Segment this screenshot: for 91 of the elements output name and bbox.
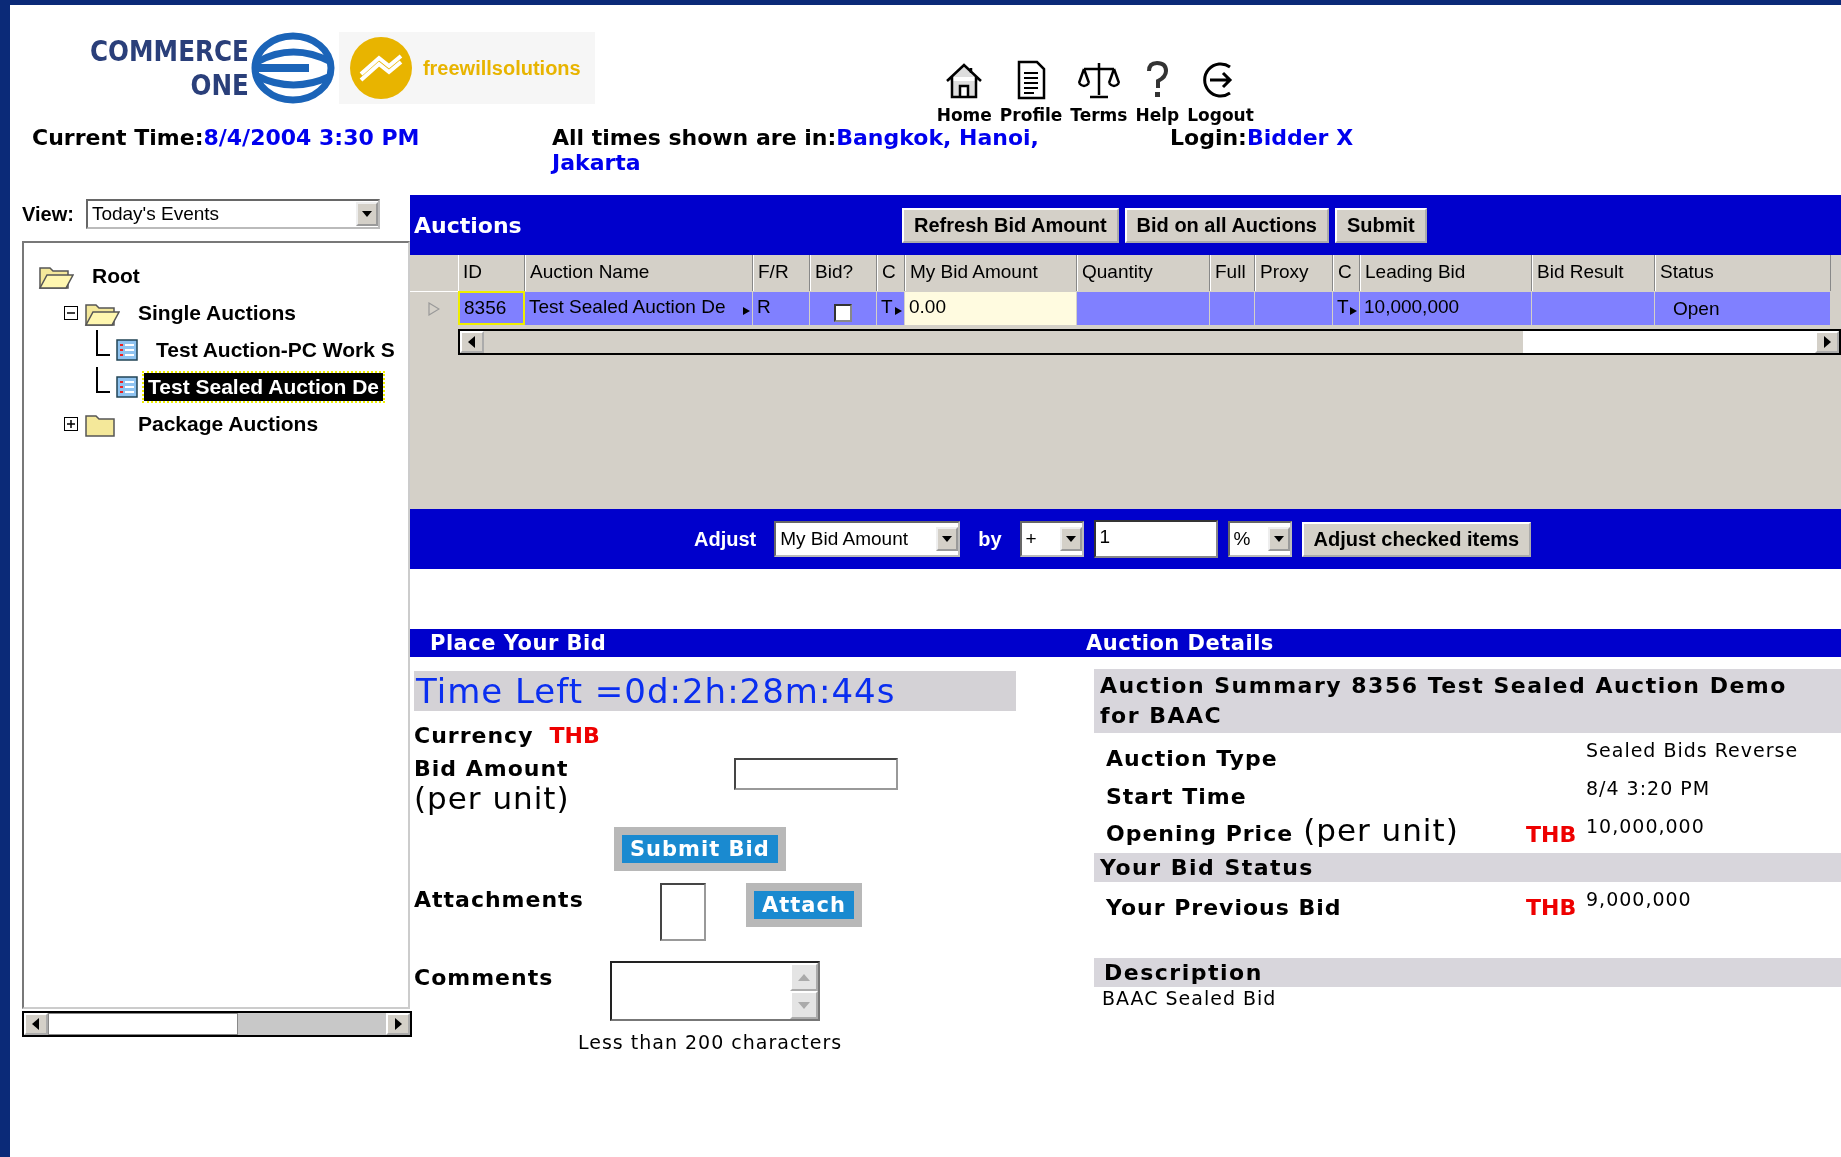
small-arrow-icon[interactable] bbox=[895, 306, 902, 315]
unit-select[interactable]: % bbox=[1227, 521, 1292, 557]
submit-bid-button[interactable]: Submit Bid bbox=[614, 827, 786, 871]
currency-value: THB bbox=[1526, 822, 1577, 847]
horizontal-scrollbar[interactable] bbox=[458, 329, 1841, 355]
amount-input[interactable]: 1 bbox=[1093, 520, 1218, 558]
field-select[interactable]: My Bid Amount bbox=[774, 521, 961, 557]
bid-amount-input[interactable]: 0.00 bbox=[905, 291, 1077, 325]
per-unit-label: (per unit) bbox=[1303, 813, 1459, 847]
table-cell: Open bbox=[1655, 291, 1831, 325]
tree-item[interactable]: Test Sealed Auction De bbox=[144, 372, 384, 401]
auctions-title: Auctions bbox=[413, 212, 523, 238]
section-title: Place Your Bid bbox=[429, 631, 608, 655]
adjust-label: Adjust bbox=[694, 527, 757, 551]
caret-icon bbox=[936, 527, 959, 551]
table-cell: 10,000,000 bbox=[1360, 291, 1532, 325]
time-left-text: Time Left =0d:2h:28m:44s bbox=[414, 671, 1016, 711]
description-title: Description bbox=[1094, 958, 1841, 987]
table-cell: T bbox=[1337, 296, 1349, 318]
nav-link[interactable]: Home bbox=[934, 59, 994, 125]
bid-amount-label: Bid Amount bbox=[414, 756, 570, 781]
by-label: by bbox=[978, 527, 1002, 551]
list-document-icon bbox=[116, 375, 138, 398]
table-cell: Test Sealed Auction De bbox=[529, 296, 726, 318]
auction-summary-title: Auction Summary 8356 Test Sealed Auction Demo for BAAC bbox=[1094, 669, 1841, 733]
currency-label: Currency bbox=[414, 723, 534, 748]
attachments-label: Attachments bbox=[414, 887, 585, 912]
detail-value: 8/4 3:20 PM bbox=[1586, 776, 1711, 799]
detail-label: Start Time bbox=[1106, 784, 1247, 809]
table-cell bbox=[1210, 291, 1255, 325]
current-time-value: 8/4/2004 3:30 PM bbox=[203, 125, 420, 150]
caret-icon bbox=[1267, 527, 1290, 551]
logo-text: COMMERCE bbox=[90, 34, 249, 68]
detail-value: 10,000,000 bbox=[1586, 814, 1705, 837]
comments-label: Comments bbox=[414, 965, 555, 992]
nav-link[interactable]: Profile bbox=[997, 59, 1065, 125]
nav-link[interactable]: Logout bbox=[1185, 59, 1256, 125]
small-arrow-icon[interactable] bbox=[1350, 306, 1357, 315]
caret-icon bbox=[1059, 527, 1082, 551]
bid-checkbox[interactable] bbox=[834, 303, 852, 322]
login-label: Login: bbox=[1170, 125, 1247, 150]
nav-link[interactable]: Help bbox=[1133, 59, 1182, 125]
adjust-button[interactable]: Adjust checked items bbox=[1301, 521, 1532, 557]
section-title: Auction Details bbox=[1086, 631, 1274, 655]
table-cell: 8356 bbox=[458, 291, 525, 325]
expander-icon[interactable] bbox=[64, 305, 78, 320]
scrollbar-thumb[interactable] bbox=[48, 1013, 238, 1035]
tree-item[interactable]: Single Auctions bbox=[134, 298, 300, 327]
comments-field[interactable] bbox=[610, 961, 820, 1021]
toolbar-button[interactable]: Refresh Bid Amount bbox=[902, 207, 1119, 243]
bid-status-title: Your Bid Status bbox=[1094, 853, 1841, 882]
tree-item[interactable]: Test Auction-PC Work S bbox=[152, 335, 399, 364]
small-arrow-icon[interactable] bbox=[743, 306, 750, 315]
horizontal-scrollbar[interactable] bbox=[22, 1011, 412, 1037]
comments-hint: Less than 200 characters bbox=[577, 1031, 844, 1053]
per-unit-label: (per unit) bbox=[414, 781, 571, 815]
currency-value: THB bbox=[1526, 895, 1577, 920]
tree-connector bbox=[96, 366, 110, 393]
toolbar-button[interactable]: Submit bbox=[1335, 207, 1427, 243]
caret-icon bbox=[355, 202, 378, 226]
tree-item[interactable]: Package Auctions bbox=[134, 409, 323, 438]
description-text: BAAC Sealed Bid bbox=[1101, 987, 1278, 1009]
login-value: Bidder X bbox=[1246, 125, 1354, 150]
swirl-icon bbox=[348, 36, 413, 100]
list-document-icon bbox=[116, 338, 138, 361]
view-label: View: bbox=[22, 202, 74, 226]
table-cell: T bbox=[881, 296, 893, 318]
tree-item[interactable]: Root bbox=[88, 261, 144, 290]
detail-label: Your Previous Bid bbox=[1106, 895, 1342, 920]
tree-connector bbox=[96, 329, 110, 356]
expander-icon[interactable] bbox=[64, 416, 78, 431]
detail-value: Sealed Bids Reverse bbox=[1586, 738, 1799, 761]
logo-text: freewillsolutions bbox=[422, 56, 581, 80]
attach-button[interactable]: Attach bbox=[746, 883, 862, 927]
globe-icon bbox=[250, 32, 335, 104]
toolbar-button[interactable]: Bid on all Auctions bbox=[1124, 207, 1329, 243]
detail-value: 9,000,000 bbox=[1586, 887, 1692, 910]
attachment-field[interactable] bbox=[660, 883, 706, 941]
currency-value: THB bbox=[549, 723, 600, 748]
detail-label: Opening Price bbox=[1106, 821, 1294, 846]
table-cell: R bbox=[753, 291, 810, 325]
current-time-label: Current Time: bbox=[32, 125, 204, 150]
detail-label: Auction Type bbox=[1106, 746, 1278, 771]
operator-select[interactable]: + bbox=[1019, 521, 1084, 557]
logo-text: ONE bbox=[190, 68, 249, 102]
row-pointer-icon bbox=[428, 301, 440, 316]
timezone-text: All times shown are in:Bangkok, Hanoi, Jakarta bbox=[552, 125, 1040, 177]
nav-link[interactable]: Terms bbox=[1068, 59, 1130, 125]
scrollbar-thumb[interactable] bbox=[1523, 331, 1815, 353]
bid-amount-field[interactable] bbox=[734, 758, 898, 790]
view-select[interactable]: Today's Events bbox=[85, 199, 380, 229]
